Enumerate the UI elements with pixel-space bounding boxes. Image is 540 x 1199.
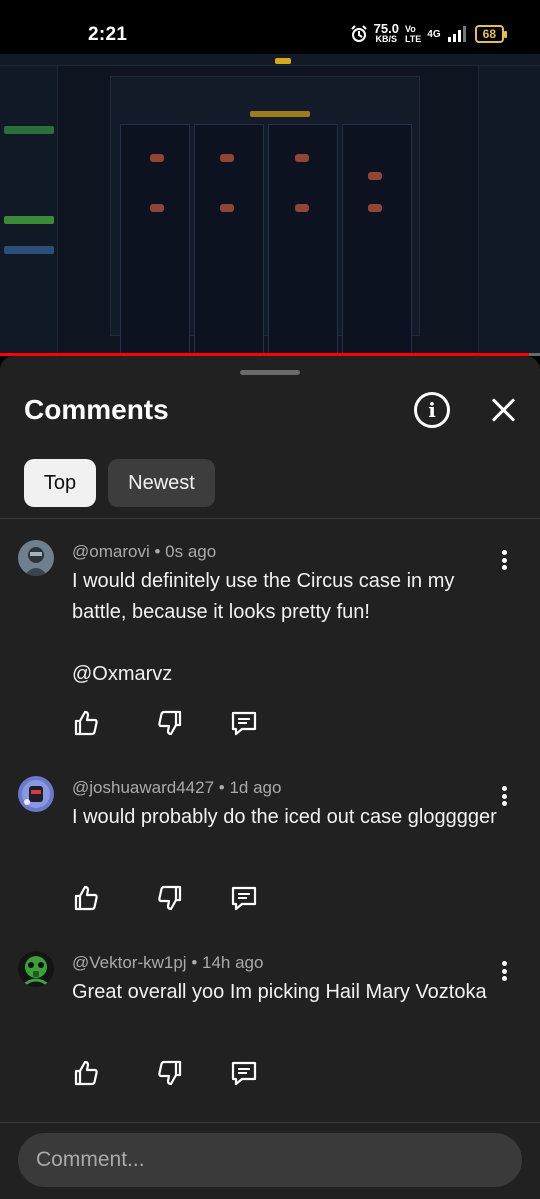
robot-avatar-icon[interactable]	[18, 540, 54, 576]
tab-newest[interactable]: Newest	[108, 459, 215, 507]
like-icon[interactable]	[72, 1059, 100, 1087]
info-icon[interactable]: i	[414, 392, 450, 428]
meta-separator: •	[154, 542, 166, 561]
comment-item: @omarovi • 0s ago I would definitely use…	[0, 536, 540, 756]
battery-indicator: 68	[474, 25, 508, 43]
comment-meta: @joshuaward4427 • 1d ago	[72, 778, 281, 798]
meta-separator: •	[191, 953, 202, 972]
status-icons: 75.0 KB/S Vo LTE 4G 68	[350, 21, 508, 44]
status-bar: 2:21 75.0 KB/S Vo LTE 4G 68	[0, 0, 540, 54]
video-highlight	[275, 58, 291, 64]
meta-separator: •	[218, 778, 230, 797]
status-time: 2:21	[88, 24, 128, 45]
comment-meta: @omarovi • 0s ago	[72, 542, 216, 562]
drag-handle[interactable]	[240, 370, 300, 375]
comment-author[interactable]: @Vektor-kw1pj	[72, 953, 187, 972]
more-options-icon[interactable]	[496, 548, 512, 572]
comment-time: 14h ago	[202, 953, 264, 972]
comments-title: Comments	[24, 394, 169, 425]
video-jackpot-bar	[250, 111, 310, 117]
more-options-icon[interactable]	[496, 784, 512, 808]
comments-sheet: Comments i Top Newest @omarovi • 0s ago …	[0, 356, 540, 1199]
comment-text: I would probably do the iced out case gl…	[72, 806, 497, 828]
signal-icon	[447, 26, 466, 42]
alarm-icon	[350, 25, 367, 42]
video-player[interactable]	[0, 54, 540, 356]
comment-item: @Vektor-kw1pj • 14h ago Great overall yo…	[0, 947, 540, 1097]
comment-author[interactable]: @joshuaward4427	[72, 778, 214, 797]
divider	[0, 518, 540, 519]
reply-icon[interactable]	[230, 884, 258, 912]
comment-input-bar	[0, 1122, 540, 1199]
dislike-icon[interactable]	[156, 1059, 184, 1087]
network-type: 4G	[427, 28, 441, 40]
tab-top[interactable]: Top	[24, 459, 96, 507]
comment-author[interactable]: @omarovi	[72, 542, 150, 561]
comment-text: Great overall yoo Im picking Hail Mary V…	[72, 981, 487, 1003]
like-icon[interactable]	[72, 884, 100, 912]
comment-meta: @Vektor-kw1pj • 14h ago	[72, 953, 263, 973]
network-speed: 75.0 KB/S	[373, 21, 399, 44]
video-topbar	[0, 54, 540, 66]
character-avatar-icon[interactable]	[18, 776, 54, 812]
more-options-icon[interactable]	[496, 959, 512, 983]
dislike-icon[interactable]	[156, 709, 184, 737]
comment-text: I would definitely use the Circus case i…	[72, 570, 455, 685]
volte-indicator: Vo LTE	[404, 24, 422, 44]
video-right-panel	[478, 66, 540, 356]
close-icon[interactable]	[486, 392, 522, 428]
like-icon[interactable]	[72, 709, 100, 737]
gasmask-avatar-icon[interactable]	[18, 951, 54, 987]
dislike-icon[interactable]	[156, 884, 184, 912]
comment-input[interactable]	[18, 1133, 522, 1187]
reply-icon[interactable]	[230, 709, 258, 737]
video-sidebar	[0, 66, 58, 356]
comment-time: 1d ago	[229, 778, 282, 797]
reply-icon[interactable]	[230, 1059, 258, 1087]
comment-item: @joshuaward4427 • 1d ago I would probabl…	[0, 772, 540, 922]
comment-time: 0s ago	[165, 542, 217, 561]
